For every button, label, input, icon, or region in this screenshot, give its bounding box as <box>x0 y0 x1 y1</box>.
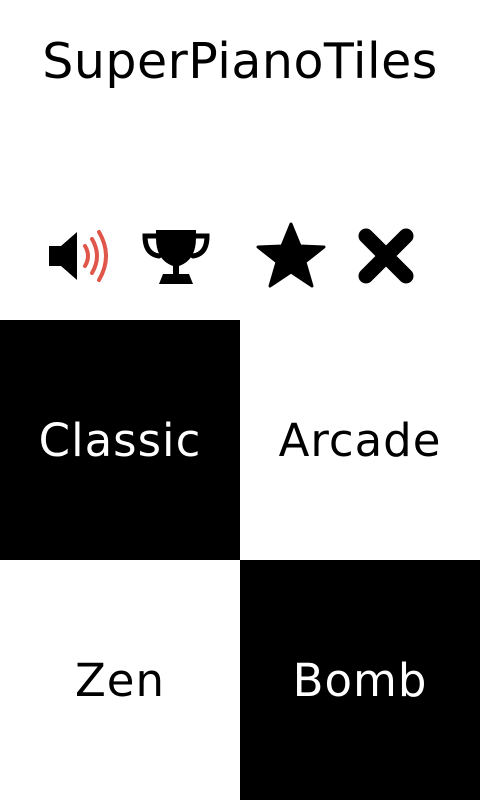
mode-classic-tile[interactable]: Classic <box>0 320 240 560</box>
mode-arcade-tile[interactable]: Arcade <box>240 320 480 560</box>
speaker-icon <box>49 230 108 282</box>
main-menu-screen: SuperPianoTiles Classic Arcade Zen Bomb <box>0 0 480 800</box>
game-title: SuperPianoTiles <box>42 33 438 90</box>
mode-bomb-tile[interactable]: Bomb <box>240 560 480 800</box>
mode-bomb-label: Bomb <box>292 653 428 707</box>
exit-button[interactable] <box>350 220 422 292</box>
mode-zen-label: Zen <box>74 653 166 707</box>
mode-classic-label: Classic <box>38 413 202 467</box>
star-icon <box>256 222 326 288</box>
mode-arcade-label: Arcade <box>278 413 442 467</box>
trophy-icon <box>142 230 210 284</box>
rate-button[interactable] <box>255 220 327 292</box>
close-icon <box>358 228 414 284</box>
mode-zen-tile[interactable]: Zen <box>0 560 240 800</box>
leaderboard-button[interactable] <box>140 220 212 292</box>
sound-button[interactable] <box>44 220 116 292</box>
